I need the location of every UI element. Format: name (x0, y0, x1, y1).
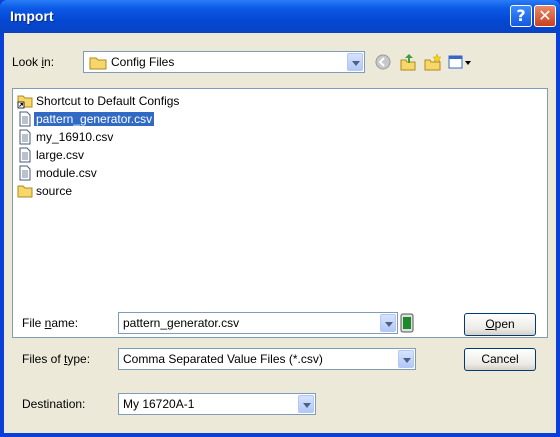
destination-dropdown[interactable]: My 16720A-1 (118, 393, 316, 415)
list-item-label: source (36, 184, 73, 198)
cancel-button[interactable]: Cancel (464, 348, 536, 371)
csv-file-icon (19, 111, 31, 127)
file-name-value: pattern_generator.csv (123, 316, 240, 330)
file-name-label-post: ame: (51, 316, 79, 330)
file-list[interactable]: Shortcut to Default Configs pattern_gene… (12, 88, 548, 338)
open-button-label: pen (494, 317, 515, 331)
chevron-down-icon[interactable] (347, 53, 363, 71)
chevron-down-icon[interactable] (298, 395, 314, 413)
list-item-label: module.csv (36, 166, 97, 180)
look-in-label: Look in: (12, 55, 54, 69)
look-in-label-pre: Look (12, 55, 42, 69)
dialog-body: Look in: Config Files Shortcut to Defaul… (4, 33, 556, 433)
dialog-title: Import (10, 8, 54, 24)
list-item-label: large.csv (36, 148, 85, 162)
view-menu-icon[interactable] (447, 52, 473, 72)
look-in-value: Config Files (111, 55, 175, 69)
destination-label: Destination: (22, 397, 86, 411)
device-icon[interactable] (400, 313, 414, 333)
close-button[interactable]: ✕ (534, 5, 556, 27)
look-in-dropdown[interactable]: Config Files (83, 51, 365, 73)
csv-file-icon (19, 165, 31, 181)
csv-file-icon (19, 147, 31, 163)
close-icon: ✕ (538, 6, 552, 25)
title-bar[interactable]: Import ? ✕ (0, 0, 560, 33)
list-item-label: Shortcut to Default Configs (36, 94, 180, 108)
file-type-label-pre: Files of (22, 352, 65, 366)
file-type-value: Comma Separated Value Files (*.csv) (123, 352, 323, 366)
open-button[interactable]: Open (464, 313, 536, 336)
folder-icon (89, 57, 107, 70)
up-folder-icon[interactable] (398, 52, 418, 72)
file-name-label-pre: File (22, 316, 45, 330)
new-folder-icon[interactable] (423, 52, 443, 72)
back-icon[interactable] (373, 52, 393, 72)
file-name-label: File name: (22, 316, 78, 330)
open-button-accel: O (485, 317, 495, 331)
folder-shortcut-icon (17, 95, 33, 109)
file-name-field[interactable]: pattern_generator.csv (118, 312, 398, 334)
csv-file-icon (19, 129, 31, 145)
chevron-down-icon[interactable] (398, 350, 414, 368)
look-in-label-post: n: (44, 55, 55, 69)
file-type-dropdown[interactable]: Comma Separated Value Files (*.csv) (118, 348, 416, 370)
file-type-label-post: ype: (67, 352, 91, 366)
chevron-down-icon[interactable] (380, 314, 396, 332)
file-type-label: Files of type: (22, 352, 90, 366)
destination-value: My 16720A-1 (123, 397, 195, 411)
import-dialog: Import ? ✕ Look in: Config Files Shortcu… (0, 0, 560, 437)
folder-icon (17, 185, 33, 198)
list-item-label: pattern_generator.csv (34, 112, 155, 126)
list-item-label: my_16910.csv (36, 130, 114, 144)
help-button[interactable]: ? (510, 5, 532, 27)
